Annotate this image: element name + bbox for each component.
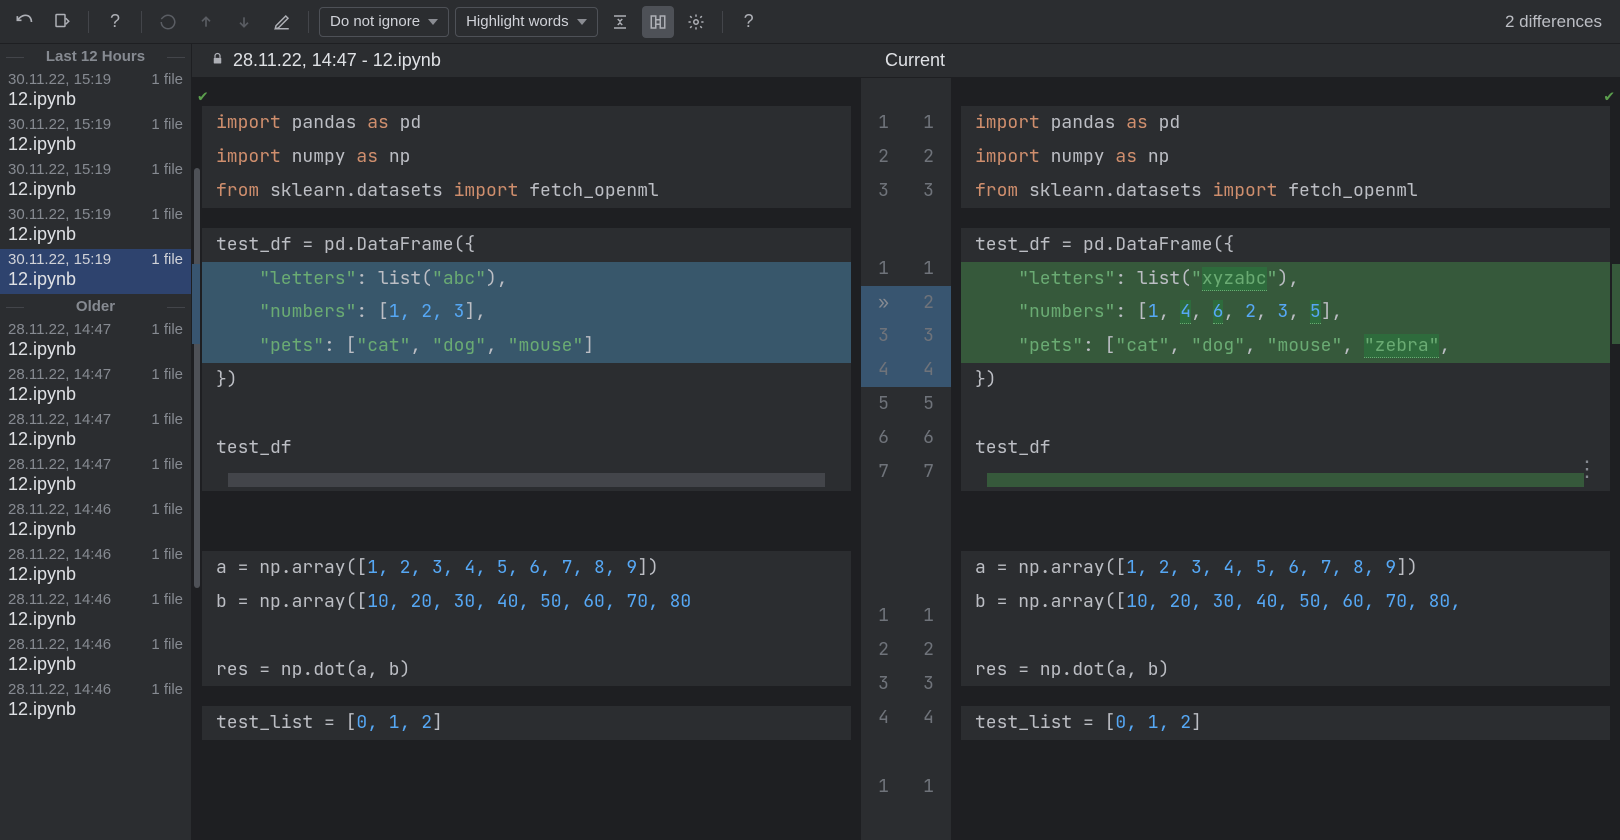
sync-scroll-button[interactable] <box>642 6 674 38</box>
line-number: 1 <box>861 602 906 630</box>
code-cell: import pandas as pd import numpy as np f… <box>202 106 851 208</box>
line-number: 2 <box>906 289 951 317</box>
chevron-down-icon <box>577 19 587 25</box>
highlight-dropdown[interactable]: Highlight words <box>455 7 598 37</box>
history-item[interactable]: 28.11.22, 14:471 file12.ipynb <box>0 454 191 499</box>
help-button-2[interactable]: ? <box>733 6 765 38</box>
line-number: 1 <box>906 602 951 630</box>
line-number: 2 <box>861 143 906 171</box>
ignore-label: Do not ignore <box>330 13 420 30</box>
line-gutter: 112233 11»23344556677 11223344 11 <box>861 78 951 840</box>
scrollbar[interactable] <box>194 168 200 588</box>
merge-arrow-icon[interactable]: » <box>861 289 906 317</box>
section-recent: Last 12 Hours <box>0 44 191 69</box>
line-number: 2 <box>906 143 951 171</box>
ignore-dropdown[interactable]: Do not ignore <box>319 7 449 37</box>
diff-count-label: 2 differences <box>1505 12 1612 32</box>
line-number: 7 <box>861 458 906 486</box>
line-number: 3 <box>906 322 951 350</box>
history-item[interactable]: 30.11.22, 15:191 file12.ipynb <box>0 69 191 114</box>
left-title: 28.11.22, 14:47 - 12.ipynb <box>233 50 441 71</box>
help-button[interactable]: ? <box>99 6 131 38</box>
diff-marker <box>1612 264 1620 344</box>
right-title: Current <box>835 50 995 71</box>
check-icon: ✔ <box>192 85 208 106</box>
restore-button[interactable] <box>46 6 78 38</box>
code-cell: import pandas as pd import numpy as np f… <box>961 106 1610 208</box>
history-item[interactable]: 30.11.22, 15:191 file12.ipynb <box>0 114 191 159</box>
line-number: 1 <box>861 773 906 801</box>
history-item[interactable]: 30.11.22, 15:191 file12.ipynb <box>0 204 191 249</box>
code-cell: test_list = [0, 1, 2] <box>202 706 851 740</box>
more-icon[interactable]: ⋮ <box>1576 454 1596 483</box>
section-older: Older <box>0 294 191 319</box>
history-sidebar[interactable]: Last 12 Hours 30.11.22, 15:191 file12.ip… <box>0 44 192 840</box>
line-number: 2 <box>906 636 951 664</box>
line-number: 4 <box>861 704 906 732</box>
code-cell: a = np.array([1, 2, 3, 4, 5, 6, 7, 8, 9]… <box>202 551 851 687</box>
history-item[interactable]: 28.11.22, 14:461 file12.ipynb <box>0 544 191 589</box>
code-cell: test_list = [0, 1, 2] <box>961 706 1610 740</box>
line-number: 6 <box>906 424 951 452</box>
separator <box>88 11 89 33</box>
diff-marker <box>192 264 200 344</box>
history-item[interactable]: 28.11.22, 14:461 file12.ipynb <box>0 679 191 724</box>
line-number: 3 <box>861 670 906 698</box>
line-number: 1 <box>861 109 906 137</box>
highlight-label: Highlight words <box>466 13 569 30</box>
line-number: 3 <box>906 177 951 205</box>
separator <box>722 11 723 33</box>
line-number: 1 <box>906 773 951 801</box>
history-item[interactable]: 28.11.22, 14:471 file12.ipynb <box>0 364 191 409</box>
settings-button[interactable] <box>680 6 712 38</box>
history-item[interactable]: 30.11.22, 15:191 file12.ipynb <box>0 159 191 204</box>
chevron-down-icon <box>428 19 438 25</box>
history-item[interactable]: 30.11.22, 15:191 file12.ipynb <box>0 249 191 294</box>
line-number: 4 <box>861 356 906 384</box>
history-item[interactable]: 28.11.22, 14:461 file12.ipynb <box>0 634 191 679</box>
line-number: 1 <box>861 255 906 283</box>
undo-button[interactable] <box>8 6 40 38</box>
prev-diff-button[interactable] <box>190 6 222 38</box>
code-cell: test_df = pd.DataFrame({ "letters": list… <box>961 228 1610 491</box>
line-number: 7 <box>906 458 951 486</box>
separator <box>308 11 309 33</box>
output-preview <box>987 473 1584 487</box>
collapse-button[interactable] <box>604 6 636 38</box>
lock-icon <box>210 50 225 71</box>
line-number: 4 <box>906 704 951 732</box>
code-cell: test_df = pd.DataFrame({ "letters": list… <box>202 228 851 491</box>
diff-viewer: 28.11.22, 14:47 - 12.ipynb Current ✔ imp… <box>192 44 1620 840</box>
right-pane[interactable]: ✔ import pandas as pd import numpy as np… <box>951 78 1620 840</box>
line-number: 4 <box>906 356 951 384</box>
line-number: 3 <box>861 177 906 205</box>
history-item[interactable]: 28.11.22, 14:461 file12.ipynb <box>0 589 191 634</box>
history-item[interactable]: 28.11.22, 14:471 file12.ipynb <box>0 319 191 364</box>
output-preview <box>228 473 825 487</box>
code-cell: a = np.array([1, 2, 3, 4, 5, 6, 7, 8, 9]… <box>961 551 1610 687</box>
history-item[interactable]: 28.11.22, 14:461 file12.ipynb <box>0 499 191 544</box>
line-number: 5 <box>906 390 951 418</box>
line-number: 1 <box>906 255 951 283</box>
line-number: 3 <box>861 322 906 350</box>
separator <box>141 11 142 33</box>
line-number: 2 <box>861 636 906 664</box>
line-number: 1 <box>906 109 951 137</box>
line-number: 5 <box>861 390 906 418</box>
line-number: 3 <box>906 670 951 698</box>
left-pane[interactable]: ✔ import pandas as pd import numpy as np… <box>192 78 861 840</box>
line-number: 6 <box>861 424 906 452</box>
check-icon: ✔ <box>1598 85 1620 106</box>
history-item[interactable]: 28.11.22, 14:471 file12.ipynb <box>0 409 191 454</box>
refresh-button <box>152 6 184 38</box>
edit-button[interactable] <box>266 6 298 38</box>
toolbar: ? Do not ignore Highlight words ? 2 diff… <box>0 0 1620 44</box>
next-diff-button[interactable] <box>228 6 260 38</box>
